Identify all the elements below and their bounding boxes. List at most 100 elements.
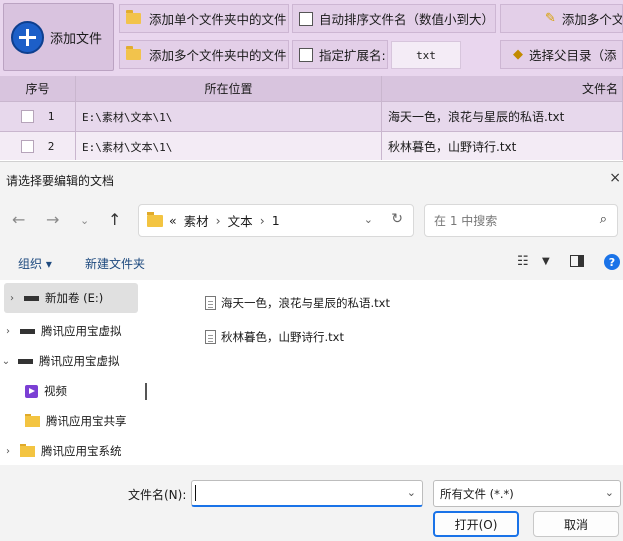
- row-filename: 秋林暮色，山野诗行.txt: [382, 132, 623, 160]
- file-item[interactable]: 海天一色，浪花与星辰的私语.txt: [205, 293, 390, 313]
- new-folder-button[interactable]: 新建文件夹: [85, 255, 145, 272]
- search-input[interactable]: 在 1 中搜索 ⌕: [424, 204, 618, 237]
- tree-item-drive-e[interactable]: › 新加卷 (E:): [4, 283, 138, 313]
- help-icon[interactable]: ?: [604, 254, 620, 270]
- chevron-right-icon[interactable]: ›: [0, 326, 16, 337]
- breadcrumb-item[interactable]: 1: [272, 213, 280, 228]
- add-file-button[interactable]: 添加文件: [3, 3, 114, 71]
- row-index-cell: 2: [0, 132, 76, 160]
- tree-item-label: 腾讯应用宝共享: [46, 414, 127, 428]
- row-location: E:\素材\文本\1\: [76, 132, 382, 160]
- table-row[interactable]: 1 E:\素材\文本\1\ 海天一色，浪花与星辰的私语.txt: [0, 102, 623, 132]
- checkbox-box[interactable]: [299, 47, 313, 62]
- filetype-value: 所有文件 (*.*): [440, 486, 514, 501]
- breadcrumb-item[interactable]: 文本: [228, 211, 253, 230]
- table-row[interactable]: 2 E:\素材\文本\1\ 秋林暮色，山野诗行.txt: [0, 132, 623, 160]
- row-index-cell: 1: [0, 102, 76, 131]
- tree-item-label: 腾讯应用宝虚拟: [41, 324, 122, 338]
- address-prefix: «: [169, 213, 177, 228]
- chevron-down-icon[interactable]: ⌄: [605, 486, 614, 499]
- chevron-down-icon[interactable]: ⌄: [407, 486, 416, 499]
- specify-ext-checkbox[interactable]: 指定扩展名:: [292, 40, 388, 69]
- specify-ext-label: 指定扩展名:: [319, 48, 386, 63]
- organize-menu[interactable]: 组织 ▾: [18, 255, 52, 272]
- add-single-folder-button[interactable]: 添加单个文件夹中的文件: [119, 4, 289, 33]
- add-multi-folder-label: 添加多个文件夹中的文件: [149, 48, 287, 63]
- tree-item-tencent-virtual-2[interactable]: ⌄ 腾讯应用宝虚拟: [0, 346, 138, 376]
- filename-input[interactable]: ⌄: [191, 480, 423, 507]
- checkbox-box[interactable]: [299, 11, 313, 26]
- folder-icon: [147, 211, 163, 227]
- col-location-header[interactable]: 所在位置: [76, 76, 382, 101]
- search-placeholder: 在 1 中搜索: [434, 214, 498, 228]
- view-options-icon[interactable]: ☷: [517, 254, 529, 269]
- row-index: 1: [47, 110, 55, 123]
- chevron-down-icon[interactable]: ⌄: [0, 356, 14, 367]
- text-caret: [195, 485, 196, 501]
- row-filename: 海天一色，浪花与星辰的私语.txt: [382, 102, 623, 131]
- row-checkbox[interactable]: [20, 140, 34, 153]
- file-name: 秋林暮色，山野诗行.txt: [221, 330, 344, 344]
- add-multi-folder-button[interactable]: 添加多个文件夹中的文件: [119, 40, 289, 69]
- plus-circle-icon: [11, 20, 44, 54]
- refresh-icon[interactable]: ↻: [391, 211, 403, 227]
- row-location: E:\素材\文本\1\: [76, 102, 382, 131]
- folder-icon: [126, 10, 141, 24]
- recent-locations-chevron-icon[interactable]: ⌄: [80, 214, 89, 227]
- dialog-title: 请选择要编辑的文档: [6, 173, 115, 188]
- folder-icon: [25, 413, 40, 427]
- file-table: 序号 所在位置 文件名 1 E:\素材\文本\1\ 海天一色，浪花与星辰的私语.…: [0, 76, 623, 160]
- add-file-label: 添加文件: [50, 31, 103, 47]
- preview-pane-icon[interactable]: [570, 255, 584, 267]
- text-file-icon: [205, 330, 216, 344]
- navigation-bar: ← → ⌄ ↑ « 素材 › 文本 › 1 ⌄ ↻ 在 1 中搜索 ⌕: [0, 198, 623, 244]
- tree-scrollbar[interactable]: [145, 383, 147, 400]
- folder-icon: [20, 443, 35, 457]
- background-app: 添加文件 添加单个文件夹中的文件 添加多个文件夹中的文件 自动排序文件名（数值小…: [0, 0, 623, 160]
- search-icon[interactable]: ⌕: [600, 212, 607, 227]
- back-arrow-icon[interactable]: ←: [12, 210, 25, 229]
- drive-icon: [18, 358, 33, 364]
- chevron-down-icon[interactable]: ▼: [542, 256, 550, 267]
- tree-item-label: 新加卷 (E:): [45, 291, 104, 305]
- drive-icon: [24, 295, 39, 301]
- chevron-right-icon[interactable]: ›: [4, 293, 20, 304]
- select-parent-button[interactable]: ◆ 选择父目录（添: [500, 40, 623, 69]
- dialog-body: › 新加卷 (E:) › 腾讯应用宝虚拟 ⌄ 腾讯应用宝虚拟 视频 腾讯应用宝共…: [0, 280, 623, 465]
- file-name: 海天一色，浪花与星辰的私语.txt: [221, 296, 390, 310]
- tree-item-label: 腾讯应用宝虚拟: [39, 354, 120, 368]
- forward-arrow-icon[interactable]: →: [46, 210, 59, 229]
- auto-sort-checkbox[interactable]: 自动排序文件名（数值小到大）: [292, 4, 496, 33]
- chevron-right-icon[interactable]: ›: [0, 446, 16, 457]
- tree-item-video[interactable]: 视频: [21, 376, 140, 406]
- filetype-select[interactable]: 所有文件 (*.*) ⌄: [433, 480, 621, 507]
- row-checkbox[interactable]: [20, 110, 34, 123]
- file-item[interactable]: 秋林暮色，山野诗行.txt: [205, 327, 344, 347]
- add-single-folder-label: 添加单个文件夹中的文件: [149, 12, 287, 27]
- cancel-button[interactable]: 取消: [533, 511, 619, 537]
- command-bar: 组织 ▾ 新建文件夹 ☷ ▼ ?: [0, 244, 623, 280]
- table-header: 序号 所在位置 文件名: [0, 76, 623, 102]
- open-button[interactable]: 打开(O): [433, 511, 519, 537]
- up-arrow-icon[interactable]: ↑: [108, 210, 121, 229]
- col-filename-header[interactable]: 文件名: [382, 76, 623, 101]
- select-parent-label: 选择父目录（添: [529, 48, 617, 63]
- add-multi-files-button[interactable]: ✎ 添加多个文: [500, 4, 623, 33]
- close-icon[interactable]: ×: [609, 170, 621, 186]
- drive-icon: [20, 328, 35, 334]
- tree-item-label: 视频: [44, 384, 67, 398]
- breadcrumb-separator: ›: [215, 213, 221, 228]
- extension-input[interactable]: txt: [391, 41, 461, 69]
- tree-item-tencent-system[interactable]: › 腾讯应用宝系统: [0, 436, 140, 466]
- col-index-header[interactable]: 序号: [0, 76, 76, 101]
- breadcrumb-separator: ›: [259, 213, 265, 228]
- video-icon: [25, 384, 38, 398]
- breadcrumb-item[interactable]: 素材: [184, 211, 209, 230]
- pencil-icon: ✎: [545, 11, 556, 26]
- chevron-down-icon[interactable]: ⌄: [364, 213, 373, 226]
- open-file-dialog: 请选择要编辑的文档 × ← → ⌄ ↑ « 素材 › 文本 › 1 ⌄ ↻ 在 …: [0, 161, 623, 541]
- address-bar[interactable]: « 素材 › 文本 › 1 ⌄ ↻: [138, 204, 414, 237]
- tree-item-tencent-virtual-1[interactable]: › 腾讯应用宝虚拟: [0, 316, 140, 346]
- navigation-tree: › 新加卷 (E:) › 腾讯应用宝虚拟 ⌄ 腾讯应用宝虚拟 视频 腾讯应用宝共…: [0, 280, 140, 465]
- tree-item-tencent-share[interactable]: 腾讯应用宝共享: [21, 406, 140, 436]
